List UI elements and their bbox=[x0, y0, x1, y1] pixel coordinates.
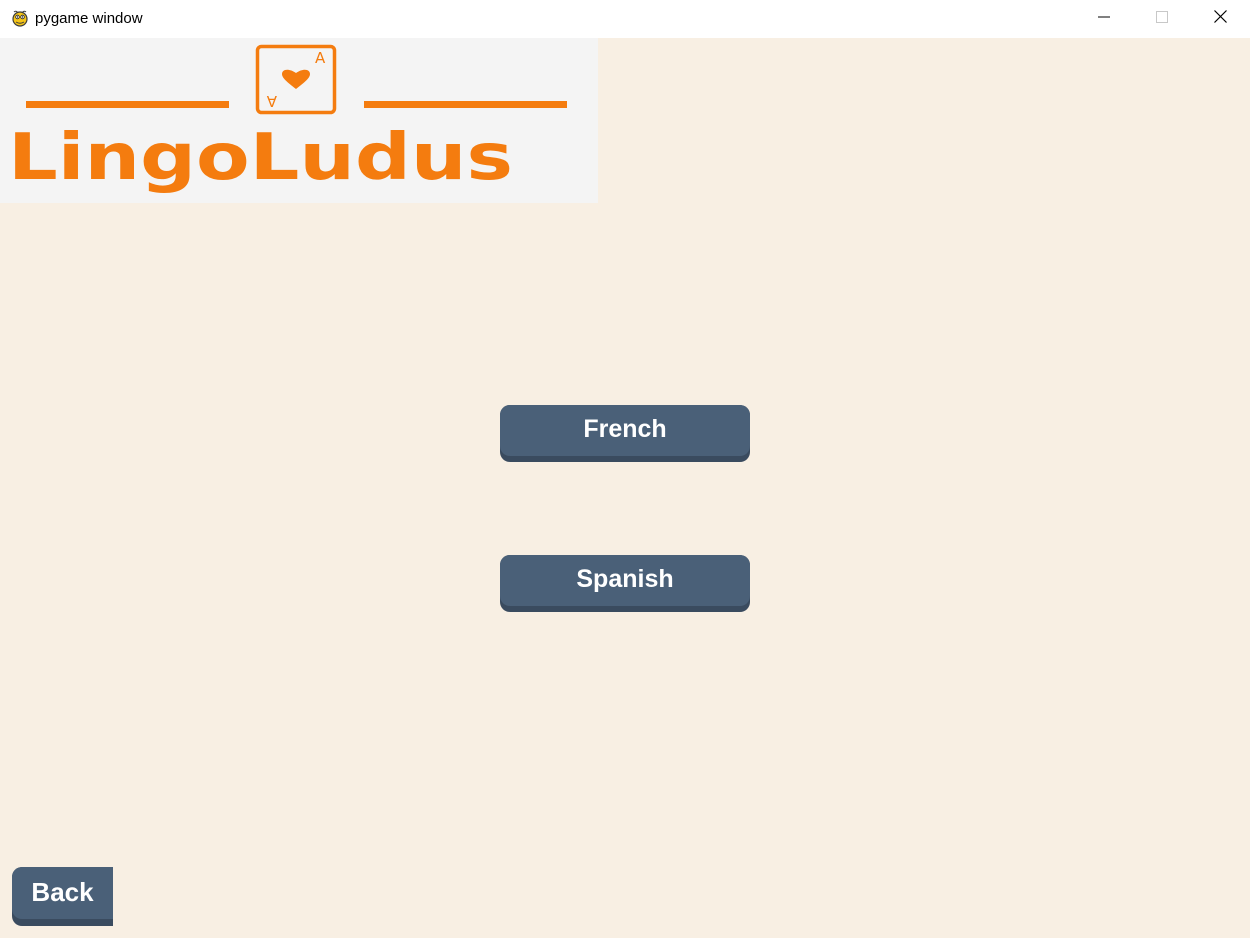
logo-left-line bbox=[26, 101, 229, 108]
french-button[interactable]: French bbox=[500, 405, 750, 462]
back-button[interactable]: Back bbox=[12, 867, 113, 926]
minimize-button[interactable] bbox=[1075, 0, 1133, 38]
game-canvas: A A LingoLudus French Spanish Back bbox=[0, 38, 1250, 938]
title-bar[interactable]: pygame window bbox=[0, 0, 1250, 38]
card-rank-top: A bbox=[315, 49, 326, 67]
back-button-label: Back bbox=[31, 876, 94, 907]
app-window: pygame window A A LingoLudus French Span… bbox=[0, 0, 1250, 938]
logo-right-line bbox=[364, 101, 567, 108]
maximize-icon bbox=[1156, 10, 1168, 28]
close-icon bbox=[1213, 10, 1227, 28]
minimize-icon bbox=[1098, 10, 1110, 28]
spanish-button[interactable]: Spanish bbox=[500, 555, 750, 612]
spanish-button-label: Spanish bbox=[576, 564, 674, 593]
window-title: pygame window bbox=[35, 10, 143, 27]
close-button[interactable] bbox=[1191, 0, 1249, 38]
heart-icon bbox=[282, 69, 310, 89]
maximize-button[interactable] bbox=[1133, 0, 1191, 38]
logo: A A LingoLudus bbox=[0, 38, 598, 203]
pygame-snake-icon bbox=[10, 8, 30, 28]
card-rank-bottom: A bbox=[266, 92, 277, 110]
french-button-label: French bbox=[583, 414, 667, 443]
logo-text: LingoLudus bbox=[8, 121, 513, 195]
